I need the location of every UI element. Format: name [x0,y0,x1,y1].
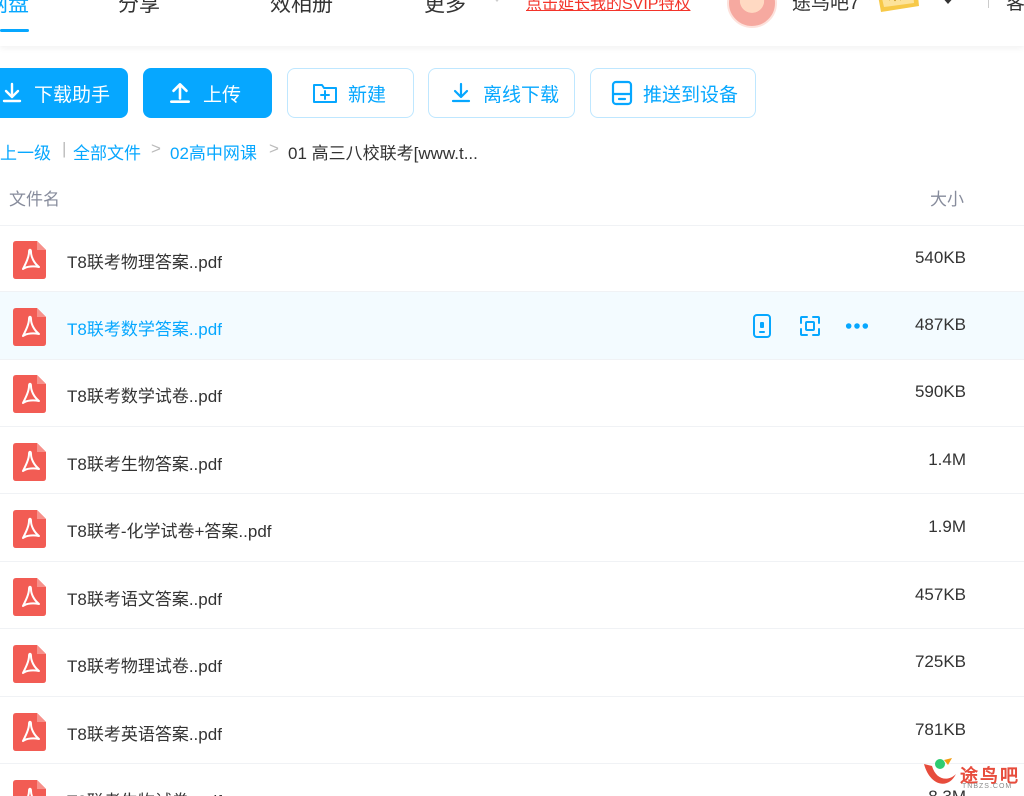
table-row[interactable]: T8联考数学试卷..pdf 590KB [0,359,1024,426]
client-link[interactable]: 客 [1006,0,1024,15]
user-menu-chevron-icon[interactable] [941,0,955,4]
file-size: 1.4M [928,450,966,469]
upload-label: 上传 [203,84,242,106]
breadcrumb-all-files[interactable]: 全部文件 [73,139,141,164]
send-to-phone-icon[interactable] [750,314,774,338]
file-size: 590KB [914,382,966,401]
table-row[interactable]: T8联考数学答案..pdf 487KB [0,292,1024,359]
username[interactable]: 途鸟吧7 [792,0,860,15]
push-to-device-label: 推送到设备 [643,84,739,106]
file-size: 1.9M [928,517,966,536]
breadcrumb-separator: > [151,139,161,158]
tab-share[interactable]: 分享 [118,0,160,18]
file-name[interactable]: T8联考数学答案..pdf [67,315,222,340]
breadcrumb-back[interactable]: 返回上一级 [0,139,51,164]
file-size: 457KB [914,585,966,604]
file-name[interactable]: T8联考生物试卷..pdf [67,787,222,796]
table-row[interactable]: T8联考生物试卷..pdf 8.3M [0,764,1024,796]
column-header-name[interactable]: 文件名 [9,185,60,210]
tab-netdisk[interactable]: 网盘 [0,0,29,18]
file-size: 487KB [914,315,966,334]
avatar[interactable] [727,0,777,28]
offline-download-label: 离线下载 [483,84,560,106]
watermark-domain: TNBZS.COM [962,783,1013,790]
file-name[interactable]: T8联考物理答案..pdf [67,248,222,273]
download-icon [0,81,24,105]
file-size: 725KB [914,652,966,671]
pdf-file-icon [13,510,46,548]
download-helper-label: 下载助手 [34,84,111,106]
breadcrumb-separator: > [269,139,279,158]
chevron-down-icon[interactable] [489,0,505,2]
pdf-file-icon [13,578,46,616]
breadcrumb-folder[interactable]: 02高中网课 [170,139,257,164]
file-name[interactable]: T8联考语文答案..pdf [67,585,222,610]
new-folder-icon [312,81,338,105]
table-row[interactable]: T8联考英语答案..pdf 781KB [0,697,1024,764]
move-copy-icon[interactable] [798,314,822,338]
table-row[interactable]: T8联考语文答案..pdf 457KB [0,562,1024,629]
pdf-file-icon [13,713,46,751]
file-name[interactable]: T8联考数学试卷..pdf [67,382,222,407]
upload-icon [167,80,193,106]
column-header-size[interactable]: 大小 [930,185,964,210]
top-nav: 网盘 分享 效相册 更多 点击延长我的SVIP特权 途鸟吧7 客 [0,0,1024,46]
file-name[interactable]: T8联考生物答案..pdf [67,450,222,475]
tab-more[interactable]: 更多 [424,0,466,18]
table-row[interactable]: T8联考物理答案..pdf 540KB [0,225,1024,292]
offline-download-button[interactable]: 离线下载 [428,68,575,118]
pdf-file-icon [13,443,46,481]
file-name[interactable]: T8联考物理试卷..pdf [67,652,222,677]
active-tab-indicator [0,29,29,32]
vip-badge-icon [878,0,919,12]
new-folder-label: 新建 [348,84,387,106]
download-helper-button[interactable]: 下载助手 [0,68,128,118]
pdf-file-icon [13,645,46,683]
table-row[interactable]: T8联考生物答案..pdf 1.4M [0,427,1024,494]
table-row[interactable]: T8联考物理试卷..pdf 725KB [0,629,1024,696]
file-name[interactable]: T8联考英语答案..pdf [67,720,222,745]
breadcrumb-divider: | [62,139,67,158]
file-size: 781KB [914,720,966,739]
file-size: 540KB [914,248,966,267]
file-name[interactable]: T8联考-化学试卷+答案..pdf [67,517,272,542]
offline-download-icon [449,81,473,105]
device-icon [611,80,633,106]
pdf-file-icon [13,308,46,346]
tab-album[interactable]: 效相册 [270,0,333,18]
pdf-file-icon [13,241,46,279]
pdf-file-icon [13,780,46,796]
breadcrumb-current: 01 高三八校联考[www.t... [288,144,478,163]
push-to-device-button[interactable]: 推送到设备 [590,68,756,118]
more-options-icon[interactable] [845,314,869,338]
pdf-file-icon [13,375,46,413]
table-row[interactable]: T8联考-化学试卷+答案..pdf 1.9M [0,494,1024,561]
svip-promo-link[interactable]: 点击延长我的SVIP特权 [526,0,690,14]
upload-button[interactable]: 上传 [143,68,272,118]
nav-divider [988,0,989,8]
new-folder-button[interactable]: 新建 [287,68,414,118]
